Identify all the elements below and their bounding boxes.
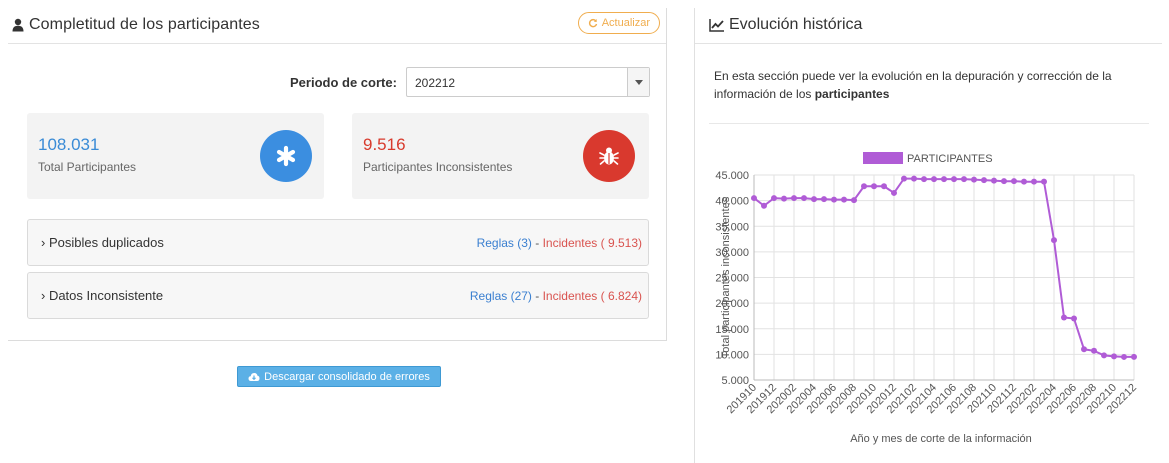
data-point [901,175,907,182]
data-point [1091,347,1097,354]
rules-link[interactable]: Reglas (27) [470,289,532,303]
data-point [951,176,957,183]
data-point [1101,352,1107,359]
panel-header: Evolución histórica [695,8,1162,44]
data-point [1061,314,1067,321]
data-point [871,183,877,190]
data-point [1081,346,1087,353]
separator: - [531,236,543,250]
data-point [1131,353,1137,360]
data-point [851,197,857,204]
data-point [891,189,897,196]
accordion-meta: Reglas (27) - Incidentes ( 6.824) [470,289,642,303]
data-point [1111,353,1117,360]
data-point [791,195,797,202]
y-axis-title: Total participantes inconsistentes [720,196,732,358]
rules-link[interactable]: Reglas (3) [477,236,532,250]
incidents-link[interactable]: Incidentes ( 9.513) [543,236,642,250]
data-point [981,177,987,184]
cloud-download-icon [248,372,260,381]
data-point [781,195,787,202]
line-chart-icon [709,19,724,32]
history-description: En esta sección puede ver la evolución e… [714,67,1144,103]
data-point [751,195,757,202]
total-participants-value: 108.031 [38,135,100,154]
inconsistent-participants-value: 9.516 [363,135,406,154]
total-participants-card: 108.031 Total Participantes [27,113,324,199]
data-point [1021,178,1027,185]
data-point [861,183,867,190]
data-point [1071,315,1077,322]
panel-title-text: Evolución histórica [729,16,863,33]
data-point [811,196,817,203]
data-point [991,177,997,184]
data-point [841,196,847,203]
period-label: Periodo de corte: [290,75,397,90]
description-text: En esta sección puede ver la evolución e… [714,69,1112,101]
asterisk-icon [260,130,312,182]
data-point [1031,178,1037,185]
refresh-label: Actualizar [601,17,650,29]
accordion-possible-duplicates[interactable]: › Posibles duplicados Reglas (3) - Incid… [27,219,649,266]
data-point [831,196,837,203]
y-tick-label: 5.000 [721,375,749,387]
chevron-down-icon [627,68,649,96]
data-point [921,176,927,183]
description-bold: participantes [814,87,890,101]
panel-title: Evolución histórica [709,16,862,34]
data-point [1041,178,1047,185]
panel-title: Completitud de los participantes [12,16,260,34]
data-point [941,176,947,183]
y-tick-label: 45.000 [715,170,749,182]
panel-title-text: Completitud de los participantes [29,16,260,33]
period-select[interactable]: 202212 [406,67,650,97]
legend-swatch [863,152,903,164]
data-point [911,175,917,182]
accordion-inconsistent-data[interactable]: › Datos Inconsistente Reglas (27) - Inci… [27,272,649,319]
divider [709,123,1149,124]
data-point [1051,237,1057,244]
period-value: 202212 [415,76,456,90]
data-point [971,176,977,183]
bug-icon [583,130,635,182]
download-errors-button[interactable]: Descargar consolidado de errores [237,366,441,387]
user-icon [12,18,24,32]
refresh-icon [588,19,597,28]
separator: - [531,289,543,303]
period-row: Periodo de corte: 202212 [8,67,666,97]
x-axis-title: Año y mes de corte de la información [850,433,1032,445]
data-point [1121,353,1127,360]
accordion-title: › Datos Inconsistente [41,288,164,303]
data-point [821,196,827,203]
incidents-link[interactable]: Incidentes ( 6.824) [543,289,642,303]
inconsistent-participants-label: Participantes Inconsistentes [363,160,513,174]
completeness-panel: Completitud de los participantes Actuali… [8,8,667,341]
history-line-chart: 5.00010.00015.00020.00025.00030.00035.00… [715,152,1139,445]
inconsistent-participants-card: 9.516 Participantes Inconsistentes [352,113,649,199]
data-point [771,195,777,202]
data-point [931,176,937,183]
data-point [1011,178,1017,185]
accordion-title: › Posibles duplicados [41,235,164,250]
total-participants-label: Total Participantes [38,160,137,174]
data-point [961,176,967,183]
data-point [761,202,767,209]
refresh-button[interactable]: Actualizar [577,12,660,34]
data-point [881,183,887,190]
accordion-meta: Reglas (3) - Incidentes ( 9.513) [477,236,642,250]
panel-header: Completitud de los participantes Actuali… [8,8,666,44]
series-line [753,177,1134,358]
data-point [801,195,807,202]
data-point [1001,178,1007,185]
legend-label: PARTICIPANTES [907,153,993,165]
download-label: Descargar consolidado de errores [264,370,430,383]
history-panel: Evolución histórica En esta sección pued… [694,8,1162,463]
